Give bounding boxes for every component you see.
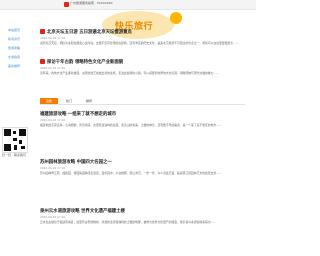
qr-caption-scan: 扫一扫 (2, 153, 12, 157)
sun-icon (170, 12, 182, 24)
article-summary: 福建地处东南沿海，山海相依，风景秀丽。这里有鼓浪屿的浪漫、武夷山的秀美、土楼的神… (40, 123, 222, 127)
article-summary: 苏州园林甲江南，拙政园、留园等园林闻名遐迩。漫步其中，亭台楼阁、假山池沼，一步一… (40, 171, 222, 175)
sidebar-item-transport[interactable]: 交通指南 (3, 55, 25, 59)
article-tabs: 最新 热门 推荐 (40, 98, 245, 105)
article-icon (40, 59, 45, 64)
tab-popular[interactable]: 热门 (60, 98, 78, 104)
article-icon (40, 29, 45, 34)
article-summary: 说到北京天坛，相信许多朋友都会心生向往。这里不仅有宏伟的古建筑，还有丰富的历史文… (40, 41, 239, 45)
article-meta: 2020-04-22 17:20 (40, 36, 66, 40)
tab-recommended[interactable]: 推荐 (80, 98, 98, 104)
sidebar-item-home[interactable]: 本站首页 (3, 28, 25, 32)
qr-code (2, 127, 28, 153)
sidebar-item-food[interactable]: 美食推荐 (3, 64, 25, 68)
brand-icon (64, 2, 69, 7)
banner[interactable]: 快乐旅行 (70, 9, 256, 41)
article-meta: 2020-04-22 17:20 (40, 166, 66, 170)
article-meta: 2020-04-22 17:20 (40, 215, 66, 219)
article-meta: 2020-04-22 17:20 (40, 118, 66, 122)
top-bar-text: 广州旅游服务指南 · 5XXX2600 (70, 1, 113, 5)
tab-latest[interactable]: 最新 (40, 98, 58, 104)
qr-caption-contact[interactable]: 联系我们 (14, 153, 26, 157)
article-meta: 2020-04-22 17:20 (40, 66, 66, 70)
article-summary: 云水谣古镇位于福建南靖县，这里有古老的榕树、清澈的溪流和独特的土楼建筑群，被誉为… (40, 220, 217, 224)
sidebar-item-guides[interactable]: 旅游攻略 (3, 46, 25, 50)
sidebar-item-news[interactable]: 新闻资讯 (3, 37, 25, 41)
article-summary: 近年来，各地文化产业蓬勃发展，古老的技艺焕发出新的生机。走进这些特色小镇，可以感… (40, 71, 220, 75)
